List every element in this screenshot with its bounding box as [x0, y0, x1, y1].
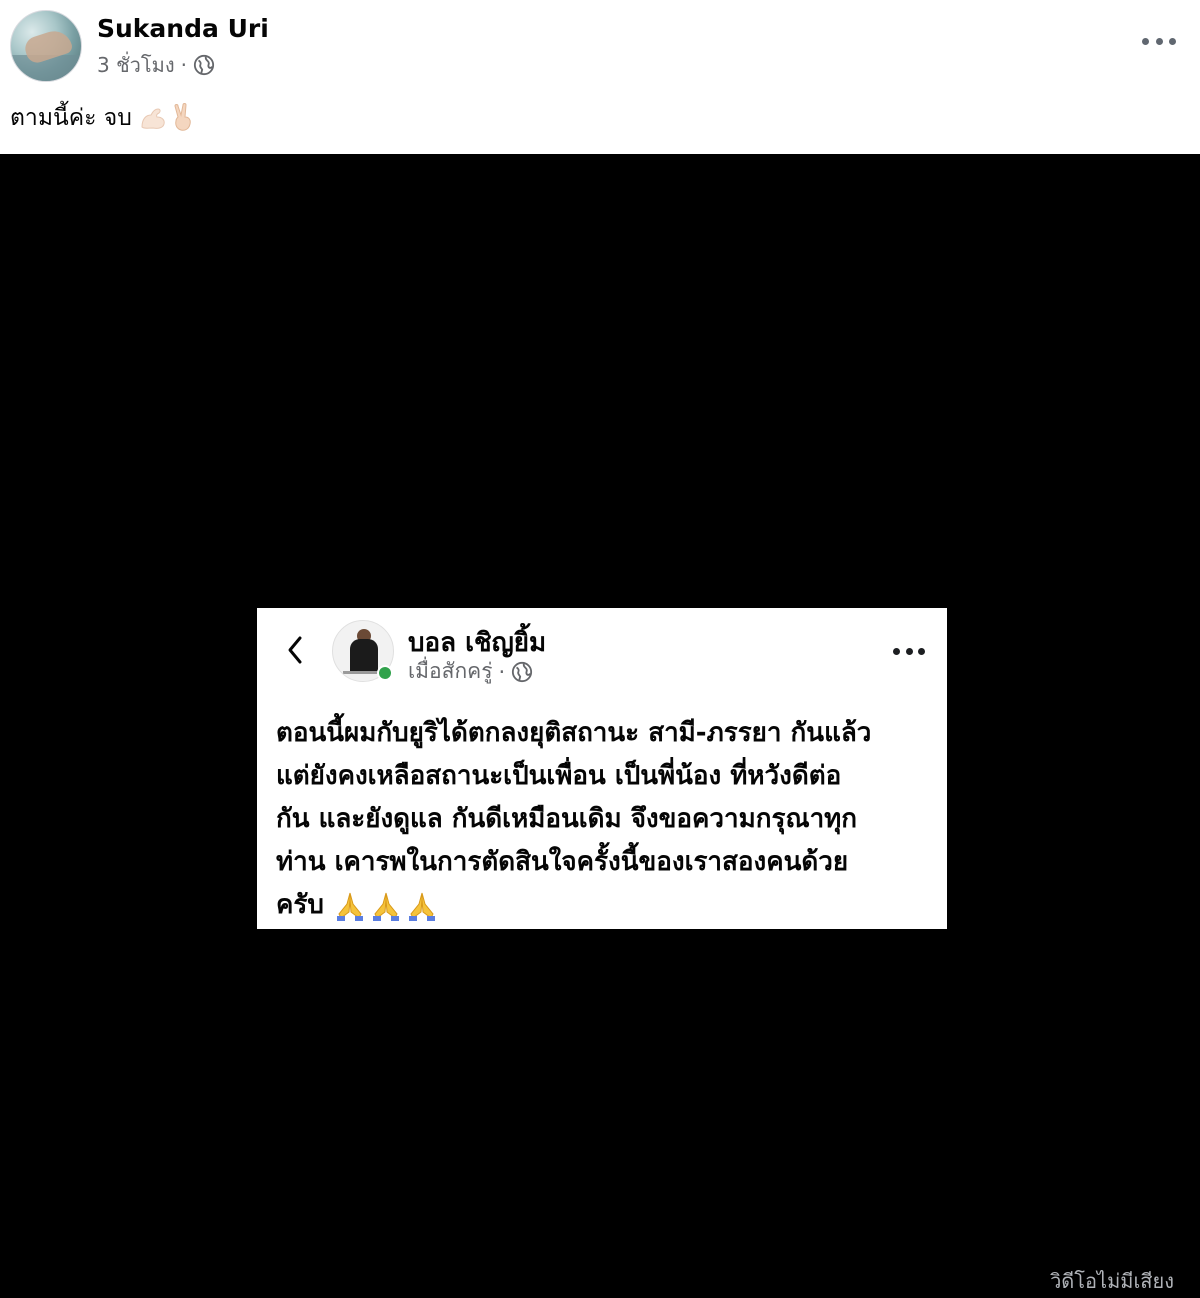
embedded-post-line: แต่ยังคงเหลือสถานะเป็นเพื่อน เป็นพี่น้อง… — [276, 761, 842, 791]
embedded-post-last-line: ครับ — [276, 884, 936, 927]
embedded-post-meta: เมื่อสักครู่ · — [408, 655, 533, 688]
post-text-content: ตามนี้ค่ะ จบ — [10, 105, 132, 131]
author-avatar[interactable] — [10, 10, 82, 82]
more-options-icon[interactable] — [1142, 28, 1176, 54]
folded-hands-emoji — [372, 892, 399, 921]
post-time[interactable]: 3 ชั่วโมง — [97, 49, 175, 81]
online-status-dot — [377, 665, 393, 681]
avatar-suit — [350, 639, 378, 673]
globe-icon[interactable] — [511, 661, 533, 683]
meta-separator: · — [180, 53, 187, 77]
folded-hands-group — [333, 890, 439, 922]
embedded-post-body: ตอนนี้ผมกับยูริได้ตกลงยุติสถานะ สามี-ภรร… — [276, 712, 936, 927]
flexed-biceps-emoji — [141, 108, 165, 129]
embedded-post-line: ตอนนี้ผมกับยูริได้ตกลงยุติสถานะ สามี-ภรร… — [276, 718, 872, 748]
back-chevron-icon[interactable] — [282, 632, 308, 668]
post-header: Sukanda Uri 3 ชั่วโมง · ตามนี้ค่ะ จบ — [0, 0, 1200, 154]
embedded-meta-separator: · — [498, 659, 506, 684]
folded-hands-emoji — [408, 892, 435, 921]
embedded-post-time[interactable]: เมื่อสักครู่ — [408, 655, 493, 688]
folded-hands-emoji — [336, 892, 363, 921]
victory-hand-emoji — [174, 103, 191, 131]
post-text: ตามนี้ค่ะ จบ — [10, 100, 196, 136]
author-name[interactable]: Sukanda Uri — [97, 14, 269, 43]
embedded-more-options-icon[interactable] — [893, 640, 925, 662]
post-meta: 3 ชั่วโมง · — [97, 49, 215, 81]
embedded-post-line: กัน และยังดูแล กันดีเหมือนเดิม จึงขอความ… — [276, 804, 858, 834]
globe-icon[interactable] — [193, 54, 215, 76]
embedded-post-line: ท่าน เคารพในการตัดสินใจครั้งนี้ของเราสอง… — [276, 847, 849, 877]
video-muted-label: วิดีโอไม่มีเสียง — [1050, 1269, 1174, 1293]
embedded-post-line: ครับ — [276, 890, 324, 920]
